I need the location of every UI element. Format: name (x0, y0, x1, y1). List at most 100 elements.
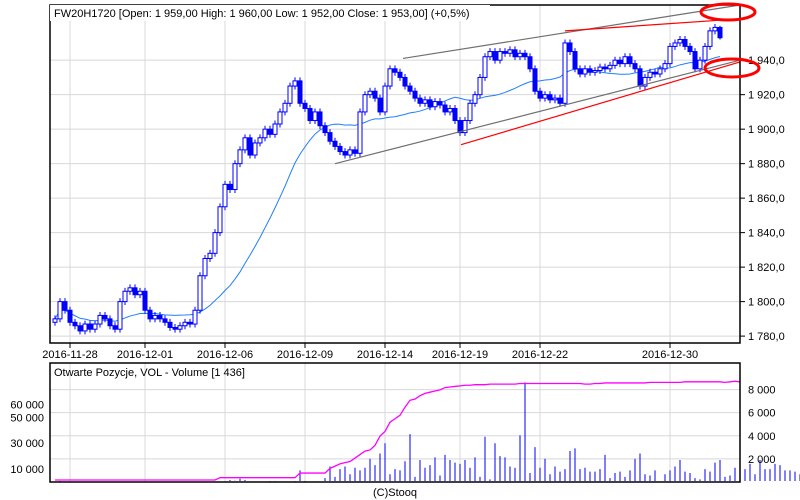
candle-body (657, 68, 663, 75)
candle-body (122, 290, 128, 303)
time-tick-label: 2016-12-14 (357, 349, 413, 361)
time-tick-label: 2016-12-19 (432, 349, 488, 361)
candle-body (717, 26, 723, 39)
candle-body (617, 59, 623, 65)
volume-tick-label: 50 000 (10, 412, 44, 424)
candle-body (127, 287, 133, 292)
candle-body (652, 71, 658, 75)
candle-body (517, 52, 523, 58)
candle-body (592, 70, 598, 73)
candle-body (597, 66, 603, 72)
candle-body (552, 97, 558, 101)
volume-grid (50, 363, 740, 482)
candle-body (577, 68, 583, 75)
candle-body (712, 26, 718, 32)
candle-body (222, 183, 228, 208)
open-interest-layer (55, 380, 741, 481)
candle-body (87, 323, 93, 330)
candle-body (672, 42, 678, 47)
candle-body (647, 71, 653, 78)
time-tick-label: 2016-12-06 (197, 349, 253, 361)
candle-body (152, 314, 158, 320)
candle-body (242, 137, 248, 151)
candle-body (157, 314, 163, 320)
volume-panel-title: Otwarte Pozycje, VOL - Volume [1 436] (54, 367, 245, 379)
candle-body (307, 107, 313, 122)
candle-body (587, 68, 593, 73)
candle-body (237, 149, 243, 165)
candle-body (317, 111, 323, 127)
candle-body (392, 68, 398, 73)
volume-tick-label: 60 000 (10, 399, 44, 411)
candle-body (92, 323, 98, 330)
oi-tick-label: 6 000 (748, 408, 776, 420)
candle-body (202, 258, 208, 277)
candle-body (507, 49, 513, 54)
candle-body (372, 90, 378, 99)
candle-body (612, 59, 618, 66)
candle-body (352, 149, 358, 154)
candle-body (137, 290, 143, 296)
candle-body (192, 309, 198, 325)
candle-body (322, 125, 328, 134)
candle-body (52, 318, 58, 323)
candle-body (217, 206, 223, 234)
candle-body (667, 45, 673, 65)
candle-body (447, 107, 453, 113)
candle-body (57, 301, 63, 320)
candle-body (232, 163, 238, 191)
price-tick-label: 1 860,0 (748, 193, 785, 205)
candle-body (452, 107, 458, 122)
candle-body (302, 102, 308, 109)
candle-body (197, 275, 203, 311)
candle-body (182, 321, 188, 327)
candle-body (687, 45, 693, 53)
candle-body (362, 94, 368, 113)
candle-body (167, 321, 173, 328)
candle-body (707, 30, 713, 47)
candle-body (407, 85, 413, 92)
candle-body (567, 42, 573, 53)
candle-body (107, 318, 113, 327)
price-grid (50, 5, 740, 343)
time-tick-label: 2016-11-28 (42, 349, 97, 361)
candle-body (697, 59, 703, 70)
candle-body (247, 137, 253, 156)
candle-body (287, 85, 293, 104)
candle-body (437, 101, 443, 106)
candle-body (427, 99, 433, 108)
oi-tick-label: 2 000 (748, 454, 776, 466)
time-tick-label: 2016-12-30 (642, 349, 698, 361)
candle-body (387, 68, 393, 87)
candle-body (277, 111, 283, 125)
candle-body (472, 94, 478, 104)
candle-body (262, 128, 268, 139)
oi-tick-label: 4 000 (748, 431, 776, 443)
trend-line (460, 61, 741, 146)
time-tick-label: 2016-12-01 (117, 349, 173, 361)
candle-body (102, 314, 108, 320)
candle-body (417, 97, 423, 104)
candle-body (72, 321, 78, 327)
candle-body (327, 132, 333, 142)
price-tick-label: 1 920,0 (748, 90, 785, 102)
candle-body (482, 56, 488, 78)
candle-body (177, 325, 183, 330)
candle-body (257, 137, 263, 144)
candle-body (402, 76, 408, 87)
price-tick-label: 1 800,0 (748, 297, 785, 309)
candle-body (142, 290, 148, 311)
candle-body (397, 71, 403, 78)
candle-body (692, 51, 698, 70)
candle-body (252, 142, 258, 156)
candle-body (662, 63, 668, 70)
candle-body (607, 64, 613, 70)
candle-body (337, 145, 343, 153)
price-tick-label: 1 880,0 (748, 159, 785, 171)
candle-body (162, 318, 168, 323)
candle-body (357, 111, 363, 154)
candle-body (557, 97, 563, 104)
candle-body (77, 325, 83, 332)
candle-body (207, 252, 213, 260)
candle-body (532, 68, 538, 92)
